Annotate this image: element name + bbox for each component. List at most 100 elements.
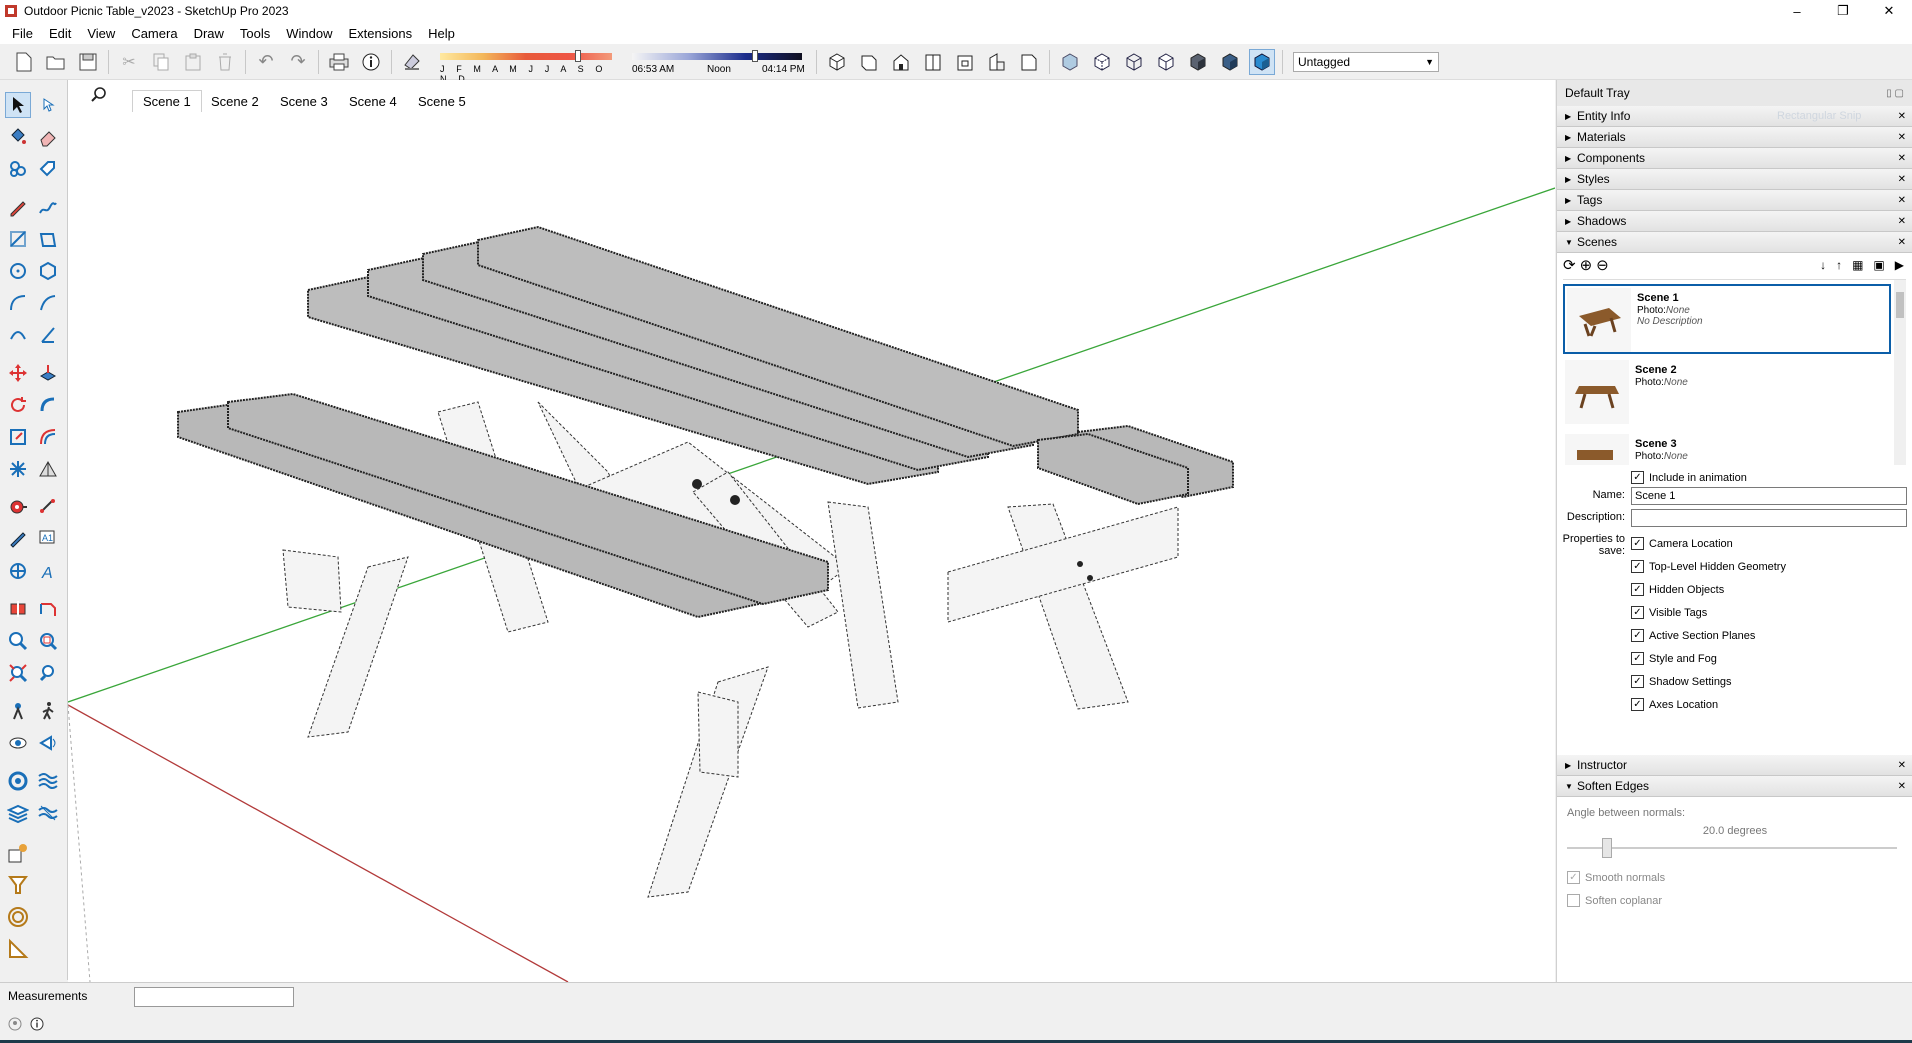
view-options-icon[interactable]: ▦ xyxy=(1852,258,1863,272)
three-point-arc-icon[interactable] xyxy=(5,322,31,348)
hide-thumbnails-icon[interactable]: ▣ xyxy=(1873,258,1884,272)
panel-materials[interactable]: ▶ Materials ✕ xyxy=(1557,127,1912,148)
measurements-input[interactable] xyxy=(134,987,294,1007)
monochrome-style-icon[interactable] xyxy=(1249,48,1275,75)
zoom-icon[interactable] xyxy=(5,628,31,654)
close-panel-icon[interactable]: ✕ xyxy=(1898,195,1906,206)
shadow-settings-checkbox[interactable]: ✓ Shadow Settings xyxy=(1631,675,1732,688)
new-file-icon[interactable] xyxy=(11,49,37,75)
open-folder-icon[interactable] xyxy=(43,49,69,75)
lasso-select-icon[interactable] xyxy=(35,92,61,118)
pin-icon[interactable]: ▯ ▢ xyxy=(1886,88,1904,99)
angle-slider[interactable] xyxy=(1567,838,1897,858)
panel-entity-info[interactable]: ▶ Entity Info Rectangular Snip ✕ xyxy=(1557,106,1912,127)
scale-icon[interactable] xyxy=(5,424,31,450)
hidden-objects-checkbox[interactable]: ✓ Hidden Objects xyxy=(1631,583,1724,596)
search-icon[interactable] xyxy=(90,86,108,104)
close-panel-icon[interactable]: ✕ xyxy=(1898,781,1906,792)
section-display-icon[interactable] xyxy=(35,596,61,622)
move-scene-up-icon[interactable]: ↑ xyxy=(1836,258,1842,272)
zoom-window-icon[interactable] xyxy=(35,628,61,654)
time-slider-handle[interactable] xyxy=(752,49,758,62)
scene-list-item-1[interactable]: Scene 1 Photo:None No Description xyxy=(1563,284,1891,354)
close-panel-icon[interactable]: ✕ xyxy=(1898,153,1906,164)
left-view-icon[interactable] xyxy=(984,49,1010,75)
tape-measure-icon[interactable] xyxy=(5,494,31,520)
angle-slider-thumb[interactable] xyxy=(1602,838,1613,858)
close-panel-icon[interactable]: ✕ xyxy=(1898,132,1906,143)
shadow-date-slider[interactable]: J F M A M J J A S O N D xyxy=(432,47,622,84)
freehand-icon[interactable] xyxy=(35,194,61,220)
scene-description-input[interactable] xyxy=(1631,509,1907,527)
scene-name-input[interactable] xyxy=(1631,487,1907,505)
erase-delete-icon[interactable] xyxy=(212,49,238,75)
axes-tool-icon[interactable] xyxy=(5,558,31,584)
move-scene-down-icon[interactable]: ↓ xyxy=(1820,258,1826,272)
model-viewport[interactable] xyxy=(68,112,1555,982)
shaded-textures-style-icon[interactable] xyxy=(1217,49,1243,75)
update-scene-icon[interactable]: ⟳ xyxy=(1563,256,1576,274)
walk-icon[interactable] xyxy=(35,698,61,724)
panel-tags[interactable]: ▶ Tags ✕ xyxy=(1557,190,1912,211)
look-around-icon[interactable] xyxy=(5,730,31,756)
shadow-time-slider[interactable]: 06:53 AM Noon 04:14 PM xyxy=(632,47,812,77)
menu-edit[interactable]: Edit xyxy=(41,26,79,41)
menu-view[interactable]: View xyxy=(79,26,123,41)
close-panel-icon[interactable]: ✕ xyxy=(1898,111,1906,122)
two-point-arc-icon[interactable] xyxy=(35,290,61,316)
model-info-icon[interactable] xyxy=(358,49,384,75)
solid-tools-icon[interactable] xyxy=(5,456,31,482)
tag-dropdown[interactable]: Untagged ▼ xyxy=(1293,51,1439,72)
panel-shadows[interactable]: ▶ Shadows ✕ xyxy=(1557,211,1912,232)
panel-instructor[interactable]: ▶ Instructor ✕ xyxy=(1557,755,1912,776)
cut-icon[interactable]: ✂ xyxy=(116,49,142,75)
scene-list-item-2[interactable]: Scene 2 Photo:None xyxy=(1563,358,1891,428)
scene-tab-5[interactable]: Scene 5 xyxy=(408,90,476,112)
previous-view-icon[interactable] xyxy=(35,660,61,686)
back-view-icon[interactable] xyxy=(952,49,978,75)
scrollbar-thumb[interactable] xyxy=(1896,292,1904,318)
eraser-icon[interactable] xyxy=(35,124,61,150)
shaded-style-icon[interactable] xyxy=(1185,49,1211,75)
geo-location-icon[interactable] xyxy=(8,1017,22,1031)
redo-icon[interactable]: ↷ xyxy=(285,49,311,75)
menu-draw[interactable]: Draw xyxy=(186,26,232,41)
pie-icon[interactable] xyxy=(35,322,61,348)
panel-scenes[interactable]: ▼ Scenes ✕ xyxy=(1557,232,1912,253)
scene-tab-4[interactable]: Scene 4 xyxy=(339,90,407,112)
3d-text-icon[interactable]: A xyxy=(35,558,61,584)
lamp-icon[interactable] xyxy=(5,872,31,898)
target-ring-icon[interactable] xyxy=(5,904,31,930)
model-info-panel-icon[interactable] xyxy=(5,840,31,866)
add-scene-icon[interactable]: ⊕ xyxy=(1580,256,1593,274)
select-tool-icon[interactable] xyxy=(5,92,31,118)
menu-help[interactable]: Help xyxy=(420,26,463,41)
paint-bucket-icon[interactable] xyxy=(5,124,31,150)
components-icon[interactable] xyxy=(5,156,31,182)
advanced-camera-icon[interactable] xyxy=(35,730,61,756)
rotate-icon[interactable] xyxy=(5,392,31,418)
top-level-hidden-geometry-checkbox[interactable]: ✓ Top-Level Hidden Geometry xyxy=(1631,560,1786,573)
camera-location-checkbox[interactable]: ✓ Camera Location xyxy=(1631,537,1733,550)
undo-icon[interactable]: ↶ xyxy=(253,49,279,75)
front-view-icon[interactable] xyxy=(888,49,914,75)
rectangle-icon[interactable] xyxy=(5,226,31,252)
scene-list-item-3[interactable]: Scene 3 Photo:None xyxy=(1563,432,1891,465)
scene-tab-1[interactable]: Scene 1 xyxy=(132,90,202,112)
circle-icon[interactable] xyxy=(5,258,31,284)
soften-coplanar-checkbox[interactable]: Soften coplanar xyxy=(1567,894,1662,907)
panel-components[interactable]: ▶ Components ✕ xyxy=(1557,148,1912,169)
smooth-normals-checkbox[interactable]: ✓ Smooth normals xyxy=(1567,871,1665,884)
position-camera-icon[interactable] xyxy=(5,698,31,724)
scene-tab-2[interactable]: Scene 2 xyxy=(201,90,269,112)
menu-tools[interactable]: Tools xyxy=(232,26,278,41)
zoom-extents-icon[interactable] xyxy=(5,660,31,686)
info-icon[interactable] xyxy=(30,1017,44,1031)
section-plane-icon[interactable] xyxy=(5,596,31,622)
polygon-icon[interactable] xyxy=(35,258,61,284)
pencil-line-icon[interactable] xyxy=(5,194,31,220)
layers-stack-icon[interactable] xyxy=(5,800,31,826)
close-button[interactable]: ✕ xyxy=(1866,0,1912,22)
xray-style-icon[interactable] xyxy=(1057,49,1083,75)
axes-location-checkbox[interactable]: ✓ Axes Location xyxy=(1631,698,1718,711)
